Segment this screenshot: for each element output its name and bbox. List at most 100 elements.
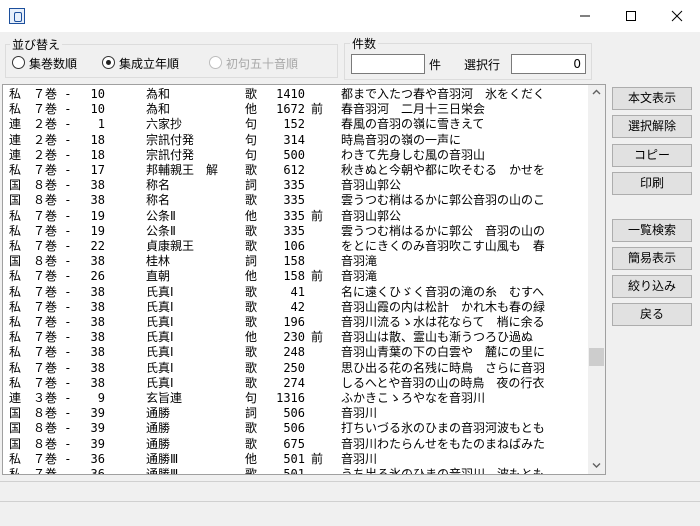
row-volume: ８巻 -: [33, 254, 72, 269]
list-item[interactable]: 国 ８巻 - 39 通勝 歌 506 打ちいづる氷のひまの音羽河波もとも: [3, 421, 588, 436]
sort-option-volume-label[interactable]: 集巻数順: [29, 55, 77, 72]
row-text: 音羽山は散、霊山も漸うつろひ過ぬ: [341, 330, 534, 345]
list-item[interactable]: 私 ７巻 - 19 公条Ⅱ 歌 335 雲うつむ梢はるかに郭公 音羽の山の: [3, 224, 588, 239]
list-item[interactable]: 連 ２巻 - 18 宗訊付発 句 500 わきて先身しむ風の音羽山: [3, 148, 588, 163]
back-button[interactable]: 戻る: [612, 303, 692, 326]
row-author: 通勝: [146, 436, 171, 451]
row-poem-number: 335: [283, 208, 305, 223]
list-item[interactable]: 私 ７巻 - 19 公条Ⅱ 他 335 前 音羽山郭公: [3, 209, 588, 224]
scroll-down-icon[interactable]: [592, 462, 601, 469]
filter-button[interactable]: 絞り込み: [612, 275, 692, 298]
list-item[interactable]: 私 ７巻 - 36 通勝Ⅲ 他 501 前 音羽川: [3, 452, 588, 467]
vertical-scrollbar[interactable]: [588, 85, 605, 474]
row-poem-number: 230: [283, 330, 305, 345]
row-number: 39: [90, 421, 105, 436]
row-number: 19: [90, 208, 105, 223]
row-author: 公条Ⅱ: [146, 223, 176, 238]
clear-selection-button[interactable]: 選択解除: [612, 115, 692, 138]
sort-radio-volume[interactable]: [12, 56, 25, 69]
row-volume: ３巻 -: [33, 391, 72, 405]
row-volume: ７巻 -: [33, 269, 72, 284]
row-poem-number: 158: [283, 269, 305, 284]
row-author: 宗訊付発: [146, 147, 195, 162]
scroll-up-icon[interactable]: [592, 89, 601, 96]
list-item[interactable]: 連 ３巻 - 9 玄旨連 句 1316 ふかきこゝろやなを音羽川: [3, 391, 588, 406]
row-number: 38: [90, 330, 105, 345]
row-poem-number: 335: [283, 193, 305, 208]
list-item[interactable]: 私 ７巻 - 10 為和 他 1672 前 春音羽河 二月十三日栄会: [3, 102, 588, 117]
row-author: 氏真Ⅰ: [146, 375, 174, 390]
list-item[interactable]: 国 ８巻 - 38 称名 詞 335 音羽山郭公: [3, 178, 588, 193]
row-text: わきて先身しむ風の音羽山: [341, 147, 486, 162]
list-item[interactable]: 私 ７巻 - 22 貞康親王 歌 106 をとにきくのみ音羽吹こす山風も 春: [3, 239, 588, 254]
list-item[interactable]: 私 ７巻 - 36 通勝Ⅲ 歌 501 うち出る氷のひまの音羽川 波もとも: [3, 467, 588, 474]
list-item[interactable]: 私 ７巻 - 38 氏真Ⅰ 歌 41 名に遠くひゞく音羽の滝の糸 むすへ: [3, 285, 588, 300]
list-item[interactable]: 私 ７巻 - 38 氏真Ⅰ 歌 248 音羽山青葉の下の白雲や 麓にの里に: [3, 345, 588, 360]
row-author: 氏真Ⅰ: [146, 315, 174, 329]
count-field[interactable]: [351, 54, 425, 74]
row-poem-number: 506: [283, 421, 305, 436]
sort-radio-kana: [209, 56, 222, 69]
title-bar: [0, 0, 700, 32]
minimize-icon: [580, 15, 590, 17]
list-item[interactable]: 連 ２巻 - 1 六家抄 句 152 春風の音羽の嶺に雪きえて: [3, 117, 588, 132]
row-poem-number: 274: [283, 375, 305, 390]
row-volume: ８巻 -: [33, 421, 72, 436]
list-search-button[interactable]: 一覧検索: [612, 219, 692, 242]
row-volume: ８巻 -: [33, 436, 72, 451]
app-icon: [9, 8, 25, 24]
list-item[interactable]: 私 ７巻 - 38 氏真Ⅰ 歌 250 思ひ出る花の名残に時鳥 さらに音羽: [3, 361, 588, 376]
row-type: 歌: [245, 299, 258, 314]
row-poem-number: 42: [290, 299, 305, 314]
copy-button[interactable]: コピー: [612, 144, 692, 167]
list-item[interactable]: 連 ２巻 - 18 宗訊付発 句 314 時鳥音羽の嶺の一声に: [3, 133, 588, 148]
list-item[interactable]: 私 ７巻 - 38 氏真Ⅰ 歌 42 音羽山霞の内は松計 かれ木も春の緑: [3, 300, 588, 315]
row-type: 歌: [245, 223, 258, 238]
row-collection: 連: [9, 147, 22, 162]
row-text: 秋きぬと今朝や都に吹そむる かせを: [341, 163, 546, 177]
simple-view-button[interactable]: 簡易表示: [612, 247, 692, 270]
list-item[interactable]: 私 ７巻 - 10 為和 歌 1410 都まで入たつ春や音羽河 氷をくだく: [3, 87, 588, 102]
row-poem-number: 612: [283, 163, 305, 177]
row-text: 音羽山青葉の下の白雲や 麓にの里に: [341, 345, 546, 360]
row-type: 歌: [245, 375, 258, 390]
row-poem-number: 106: [283, 239, 305, 253]
row-number: 9: [97, 391, 105, 405]
scrollbar-thumb[interactable]: [589, 348, 604, 366]
list-item[interactable]: 国 ８巻 - 38 桂林 詞 158 音羽滝: [3, 254, 588, 269]
sort-option-kana-label: 初句五十音順: [226, 57, 299, 71]
selected-row-field[interactable]: 0: [511, 54, 586, 74]
row-collection: 私: [9, 345, 22, 360]
row-author: 称名: [146, 178, 171, 193]
list-item[interactable]: 私 ７巻 - 38 氏真Ⅰ 他 230 前 音羽山は散、霊山も漸うつろひ過ぬ: [3, 330, 588, 345]
row-number: 38: [90, 360, 105, 375]
row-poem-number: 335: [283, 223, 305, 238]
list-item[interactable]: 国 ８巻 - 39 通勝 歌 675 音羽川わたらんせをもたのまねばみた: [3, 437, 588, 452]
list-item[interactable]: 私 ７巻 - 38 氏真Ⅰ 歌 274 しるへとや音羽の山の時鳥 夜の行衣: [3, 376, 588, 391]
list-item[interactable]: 私 ７巻 - 17 邦輔親王 解 歌 612 秋きぬと今朝や都に吹そむる かせを: [3, 163, 588, 178]
row-collection: 私: [9, 375, 22, 390]
row-poem-number: 1410: [276, 87, 305, 101]
row-poem-number: 501: [283, 451, 305, 466]
sort-radio-year[interactable]: [102, 56, 115, 69]
row-type: 歌: [245, 284, 258, 299]
close-button[interactable]: [654, 0, 700, 32]
row-number: 38: [90, 299, 105, 314]
row-collection: 私: [9, 87, 22, 101]
list-item[interactable]: 私 ７巻 - 26 直朝 他 158 前 音羽滝: [3, 269, 588, 284]
row-poem-number: 41: [290, 284, 305, 299]
row-text: しるへとや音羽の山の時鳥 夜の行衣: [341, 375, 545, 390]
list-item[interactable]: 国 ８巻 - 38 称名 歌 335 雲うつむ梢はるかに郭公音羽の山のこ: [3, 193, 588, 208]
show-text-button[interactable]: 本文表示: [612, 87, 692, 110]
row-text: 音羽川: [341, 406, 378, 421]
row-volume: ７巻 -: [33, 345, 72, 360]
minimize-button[interactable]: [562, 0, 608, 32]
list-item[interactable]: 国 ８巻 - 39 通勝 詞 506 音羽川: [3, 406, 588, 421]
row-collection: 私: [9, 284, 22, 299]
results-list[interactable]: 私 ７巻 -10 為和歌 1410 都まで入たつ春や音羽河 氷をくだく私 ７巻 -10 為和…: [2, 84, 606, 475]
sort-option-year-label[interactable]: 集成立年順: [119, 55, 179, 72]
list-item[interactable]: 私 ７巻 - 38 氏真Ⅰ 歌 196 音羽川流るゝ水は花ならて 梢に余る: [3, 315, 588, 330]
print-button[interactable]: 印刷: [612, 172, 692, 195]
row-poem-number: 314: [283, 132, 305, 147]
maximize-button[interactable]: [608, 0, 654, 32]
